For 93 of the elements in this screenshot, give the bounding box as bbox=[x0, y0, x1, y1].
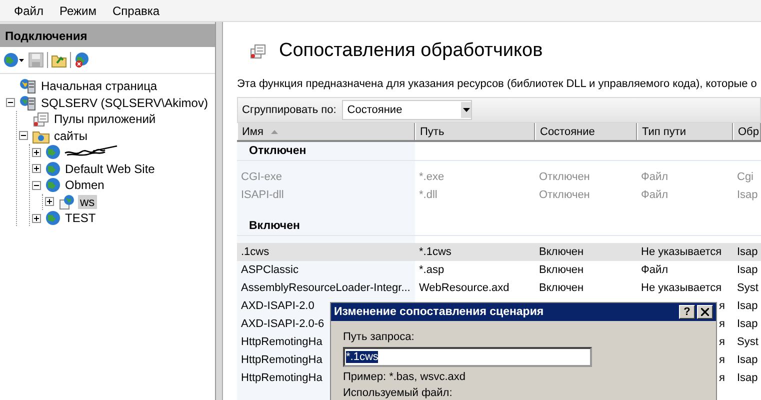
collapse-icon[interactable] bbox=[19, 131, 28, 140]
table-cell-text: *.exe bbox=[418, 171, 444, 183]
table-cell: я bbox=[719, 354, 725, 366]
table-cell: я bbox=[719, 300, 725, 312]
tree-item[interactable]: Начальная страница bbox=[39, 79, 160, 93]
expand-icon[interactable] bbox=[45, 197, 54, 206]
table-cell-text: ISAPI-dll bbox=[240, 189, 284, 201]
table-cell-text: Syst bbox=[736, 336, 758, 348]
server-globe-icon bbox=[19, 78, 37, 94]
table-cell-text: *.asp bbox=[418, 264, 444, 276]
globe-dropdown-icon[interactable] bbox=[3, 52, 25, 68]
table-cell: я bbox=[719, 372, 725, 384]
globe-icon bbox=[45, 144, 61, 160]
dropdown-arrow-icon bbox=[462, 108, 470, 112]
globe-icon bbox=[45, 160, 61, 176]
table-cell-text: Файл bbox=[640, 264, 668, 276]
table-cell: я bbox=[719, 318, 725, 330]
table-cell-text: Не указывается bbox=[640, 282, 722, 294]
table-cell-text: CGI-exe bbox=[240, 171, 282, 183]
table-cell-text: *.1cws bbox=[418, 246, 452, 258]
field-label: Используемый файл: bbox=[343, 387, 454, 399]
table-row[interactable]: .1cws *.1cws Включен Не указывается Isap bbox=[237, 243, 761, 261]
table-cell: я bbox=[719, 336, 725, 348]
table-cell-text: Isap bbox=[736, 189, 758, 201]
table-cell-text: Isap bbox=[736, 246, 758, 258]
table-cell-text: Не указывается bbox=[640, 246, 722, 258]
expand-icon[interactable] bbox=[32, 164, 41, 173]
tree-item[interactable]: TEST bbox=[63, 211, 98, 225]
table-cell-text: Isap bbox=[736, 372, 758, 384]
panel-title: Подключения bbox=[0, 22, 215, 47]
table-cell-text: HttpRemotingHa bbox=[240, 354, 322, 366]
tree-item[interactable]: SQLSERV (SQLSERV\Akimov) bbox=[39, 96, 210, 110]
menu-item[interactable]: Справка bbox=[104, 4, 168, 18]
server-globe-icon bbox=[19, 94, 37, 110]
help-button[interactable]: ? bbox=[679, 305, 695, 319]
tree-item[interactable]: ws bbox=[78, 194, 97, 208]
table-cell-text: WebResource.axd bbox=[418, 282, 510, 294]
page-title: Сопоставления обработчиков bbox=[279, 40, 543, 62]
table-cell-text: Cgi bbox=[736, 171, 754, 183]
table-row[interactable]: ASPClassic *.asp Включен Файл Isap bbox=[237, 261, 761, 279]
table-cell-text: .1cws bbox=[240, 246, 270, 258]
table-cell-text: Syst bbox=[736, 282, 758, 294]
table-cell-text: *.dll bbox=[418, 189, 438, 201]
example-text: Пример: *.bas, wsvc.axd bbox=[343, 371, 466, 383]
globe-icon bbox=[45, 177, 61, 193]
collapse-icon[interactable] bbox=[6, 98, 15, 107]
column-header[interactable]: Путь bbox=[415, 123, 535, 140]
group-by-dropdown[interactable]: Состояние bbox=[342, 100, 472, 120]
expand-icon[interactable] bbox=[32, 214, 41, 222]
description-text: Эта функция предназначена для указания ресурсов (библиотек DLL и управляемого кода), которые о bbox=[236, 76, 758, 92]
tree-item[interactable]: Obmen bbox=[63, 178, 106, 192]
sort-ascending-icon bbox=[271, 130, 278, 134]
group-by-label: Сгруппировать по: bbox=[242, 104, 336, 116]
column-header[interactable]: Имя bbox=[237, 123, 415, 140]
column-header[interactable]: Тип пути bbox=[637, 123, 733, 140]
tree-item[interactable]: Пулы приложений bbox=[52, 112, 158, 126]
table-cell-text: Отключен bbox=[538, 189, 590, 201]
menu-item[interactable]: Файл bbox=[6, 4, 52, 18]
request-path-field[interactable]: *.1cws bbox=[343, 347, 592, 367]
column-header[interactable]: Обр bbox=[733, 123, 761, 140]
table-cell-text: Файл bbox=[640, 171, 668, 183]
table-cell-text: Isap bbox=[736, 354, 758, 366]
table-cell-text: AXD-ISAPI-2.0-6 bbox=[240, 318, 324, 330]
collapse-icon[interactable] bbox=[32, 180, 41, 190]
table-cell-text: Файл bbox=[640, 189, 668, 201]
table-row[interactable]: AssemblyResourceLoader-Integr... WebResource.axd Включен Не указывается Syst bbox=[237, 279, 761, 297]
table-cell-text: Включен bbox=[538, 264, 584, 276]
dialog-title: Изменение сопоставления сценария bbox=[334, 306, 544, 318]
table-cell-text: Включен bbox=[538, 246, 584, 258]
table-cell-text: HttpRemotingHa bbox=[240, 336, 322, 348]
table-cell-text: Isap bbox=[736, 300, 758, 312]
expand-icon[interactable] bbox=[32, 148, 41, 156]
globe-remove-icon[interactable] bbox=[74, 52, 90, 68]
scribble-drawing[interactable] bbox=[63, 145, 119, 159]
table-cell-text: Включен bbox=[538, 282, 584, 294]
tree-item[interactable]: сайты bbox=[52, 128, 90, 142]
close-button[interactable] bbox=[697, 305, 713, 319]
table-cell-text: Isap bbox=[736, 264, 758, 276]
table-cell-text: Isap bbox=[736, 318, 758, 330]
table-cell-text: AssemblyResourceLoader-Integr... bbox=[240, 282, 410, 294]
close-icon bbox=[701, 308, 709, 316]
table-cell-text: ASPClassic bbox=[240, 264, 298, 276]
field-label: Путь запроса: bbox=[343, 331, 416, 343]
column-header[interactable]: Состояние bbox=[535, 123, 637, 140]
document-stack-icon bbox=[32, 111, 50, 127]
globe-document-icon bbox=[58, 194, 76, 210]
tree-item[interactable]: Default Web Site bbox=[63, 162, 157, 176]
table-cell-text: AXD-ISAPI-2.0 bbox=[240, 300, 314, 312]
table-cell-text: Отключен bbox=[538, 171, 590, 183]
document-stack-icon bbox=[249, 42, 267, 59]
menu-item[interactable]: Режим bbox=[52, 4, 105, 18]
globe-icon bbox=[45, 210, 61, 226]
table-cell-text: HttpRemotingHa bbox=[240, 372, 322, 384]
